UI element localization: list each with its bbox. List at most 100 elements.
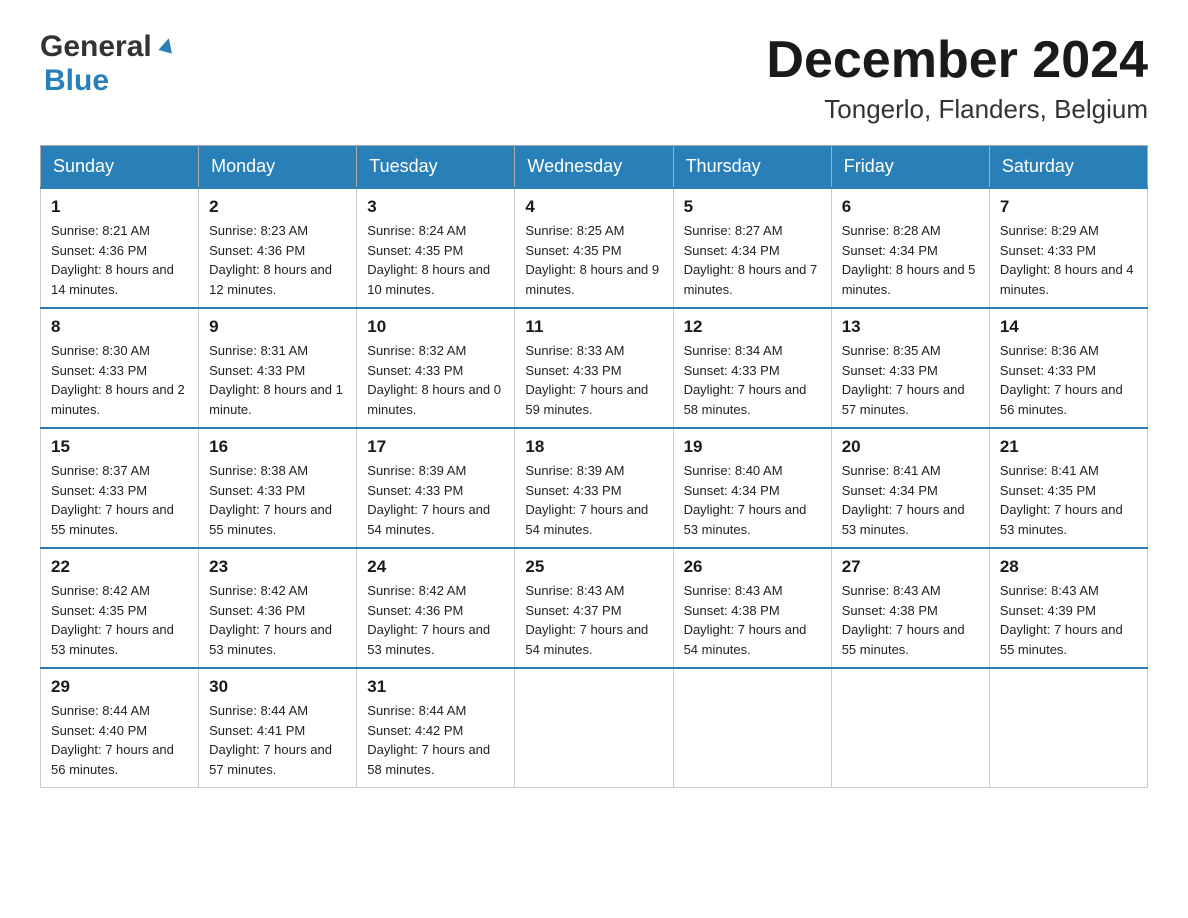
day-info: Sunrise: 8:43 AMSunset: 4:37 PMDaylight:… — [525, 583, 648, 657]
day-number: 11 — [525, 317, 662, 337]
table-row: 31 Sunrise: 8:44 AMSunset: 4:42 PMDaylig… — [357, 668, 515, 788]
day-number: 9 — [209, 317, 346, 337]
day-info: Sunrise: 8:27 AMSunset: 4:34 PMDaylight:… — [684, 223, 818, 297]
day-number: 19 — [684, 437, 821, 457]
calendar-week-row: 15 Sunrise: 8:37 AMSunset: 4:33 PMDaylig… — [41, 428, 1148, 548]
day-number: 10 — [367, 317, 504, 337]
day-info: Sunrise: 8:21 AMSunset: 4:36 PMDaylight:… — [51, 223, 174, 297]
day-number: 29 — [51, 677, 188, 697]
table-row: 14 Sunrise: 8:36 AMSunset: 4:33 PMDaylig… — [989, 308, 1147, 428]
day-number: 1 — [51, 197, 188, 217]
table-row: 11 Sunrise: 8:33 AMSunset: 4:33 PMDaylig… — [515, 308, 673, 428]
day-info: Sunrise: 8:43 AMSunset: 4:39 PMDaylight:… — [1000, 583, 1123, 657]
table-row: 4 Sunrise: 8:25 AMSunset: 4:35 PMDayligh… — [515, 188, 673, 308]
logo-general: General — [40, 30, 152, 64]
table-row: 29 Sunrise: 8:44 AMSunset: 4:40 PMDaylig… — [41, 668, 199, 788]
table-row: 2 Sunrise: 8:23 AMSunset: 4:36 PMDayligh… — [199, 188, 357, 308]
col-wednesday: Wednesday — [515, 146, 673, 189]
table-row: 19 Sunrise: 8:40 AMSunset: 4:34 PMDaylig… — [673, 428, 831, 548]
day-info: Sunrise: 8:30 AMSunset: 4:33 PMDaylight:… — [51, 343, 185, 417]
calendar-week-row: 22 Sunrise: 8:42 AMSunset: 4:35 PMDaylig… — [41, 548, 1148, 668]
page-subtitle: Tongerlo, Flanders, Belgium — [766, 94, 1148, 125]
day-info: Sunrise: 8:24 AMSunset: 4:35 PMDaylight:… — [367, 223, 490, 297]
logo-triangle-icon — [156, 34, 178, 61]
day-info: Sunrise: 8:42 AMSunset: 4:36 PMDaylight:… — [367, 583, 490, 657]
table-row: 7 Sunrise: 8:29 AMSunset: 4:33 PMDayligh… — [989, 188, 1147, 308]
col-tuesday: Tuesday — [357, 146, 515, 189]
day-info: Sunrise: 8:44 AMSunset: 4:41 PMDaylight:… — [209, 703, 332, 777]
calendar-week-row: 29 Sunrise: 8:44 AMSunset: 4:40 PMDaylig… — [41, 668, 1148, 788]
day-info: Sunrise: 8:42 AMSunset: 4:36 PMDaylight:… — [209, 583, 332, 657]
day-number: 4 — [525, 197, 662, 217]
table-row: 25 Sunrise: 8:43 AMSunset: 4:37 PMDaylig… — [515, 548, 673, 668]
day-number: 31 — [367, 677, 504, 697]
table-row: 1 Sunrise: 8:21 AMSunset: 4:36 PMDayligh… — [41, 188, 199, 308]
day-info: Sunrise: 8:43 AMSunset: 4:38 PMDaylight:… — [842, 583, 965, 657]
day-info: Sunrise: 8:29 AMSunset: 4:33 PMDaylight:… — [1000, 223, 1134, 297]
day-number: 20 — [842, 437, 979, 457]
calendar-table: Sunday Monday Tuesday Wednesday Thursday… — [40, 145, 1148, 788]
day-info: Sunrise: 8:35 AMSunset: 4:33 PMDaylight:… — [842, 343, 965, 417]
day-info: Sunrise: 8:34 AMSunset: 4:33 PMDaylight:… — [684, 343, 807, 417]
day-number: 5 — [684, 197, 821, 217]
table-row: 12 Sunrise: 8:34 AMSunset: 4:33 PMDaylig… — [673, 308, 831, 428]
day-number: 24 — [367, 557, 504, 577]
day-info: Sunrise: 8:36 AMSunset: 4:33 PMDaylight:… — [1000, 343, 1123, 417]
day-number: 27 — [842, 557, 979, 577]
table-row: 3 Sunrise: 8:24 AMSunset: 4:35 PMDayligh… — [357, 188, 515, 308]
table-row: 5 Sunrise: 8:27 AMSunset: 4:34 PMDayligh… — [673, 188, 831, 308]
day-info: Sunrise: 8:33 AMSunset: 4:33 PMDaylight:… — [525, 343, 648, 417]
day-number: 15 — [51, 437, 188, 457]
calendar-header-row: Sunday Monday Tuesday Wednesday Thursday… — [41, 146, 1148, 189]
day-number: 26 — [684, 557, 821, 577]
day-info: Sunrise: 8:32 AMSunset: 4:33 PMDaylight:… — [367, 343, 501, 417]
day-info: Sunrise: 8:38 AMSunset: 4:33 PMDaylight:… — [209, 463, 332, 537]
day-number: 18 — [525, 437, 662, 457]
table-row: 22 Sunrise: 8:42 AMSunset: 4:35 PMDaylig… — [41, 548, 199, 668]
table-row: 27 Sunrise: 8:43 AMSunset: 4:38 PMDaylig… — [831, 548, 989, 668]
day-info: Sunrise: 8:40 AMSunset: 4:34 PMDaylight:… — [684, 463, 807, 537]
calendar-week-row: 1 Sunrise: 8:21 AMSunset: 4:36 PMDayligh… — [41, 188, 1148, 308]
day-number: 16 — [209, 437, 346, 457]
day-number: 12 — [684, 317, 821, 337]
table-row — [989, 668, 1147, 788]
table-row: 6 Sunrise: 8:28 AMSunset: 4:34 PMDayligh… — [831, 188, 989, 308]
day-info: Sunrise: 8:39 AMSunset: 4:33 PMDaylight:… — [525, 463, 648, 537]
day-number: 2 — [209, 197, 346, 217]
day-info: Sunrise: 8:42 AMSunset: 4:35 PMDaylight:… — [51, 583, 174, 657]
table-row: 9 Sunrise: 8:31 AMSunset: 4:33 PMDayligh… — [199, 308, 357, 428]
table-row: 23 Sunrise: 8:42 AMSunset: 4:36 PMDaylig… — [199, 548, 357, 668]
day-number: 8 — [51, 317, 188, 337]
col-friday: Friday — [831, 146, 989, 189]
day-number: 22 — [51, 557, 188, 577]
table-row: 24 Sunrise: 8:42 AMSunset: 4:36 PMDaylig… — [357, 548, 515, 668]
day-number: 3 — [367, 197, 504, 217]
day-info: Sunrise: 8:44 AMSunset: 4:42 PMDaylight:… — [367, 703, 490, 777]
table-row — [831, 668, 989, 788]
col-thursday: Thursday — [673, 146, 831, 189]
day-info: Sunrise: 8:31 AMSunset: 4:33 PMDaylight:… — [209, 343, 343, 417]
day-number: 28 — [1000, 557, 1137, 577]
page-header: General Blue December 2024 Tongerlo, Fla… — [40, 30, 1148, 125]
col-saturday: Saturday — [989, 146, 1147, 189]
col-sunday: Sunday — [41, 146, 199, 189]
table-row: 17 Sunrise: 8:39 AMSunset: 4:33 PMDaylig… — [357, 428, 515, 548]
table-row: 18 Sunrise: 8:39 AMSunset: 4:33 PMDaylig… — [515, 428, 673, 548]
calendar-week-row: 8 Sunrise: 8:30 AMSunset: 4:33 PMDayligh… — [41, 308, 1148, 428]
day-number: 17 — [367, 437, 504, 457]
table-row: 8 Sunrise: 8:30 AMSunset: 4:33 PMDayligh… — [41, 308, 199, 428]
day-info: Sunrise: 8:41 AMSunset: 4:35 PMDaylight:… — [1000, 463, 1123, 537]
table-row: 28 Sunrise: 8:43 AMSunset: 4:39 PMDaylig… — [989, 548, 1147, 668]
table-row: 21 Sunrise: 8:41 AMSunset: 4:35 PMDaylig… — [989, 428, 1147, 548]
day-info: Sunrise: 8:41 AMSunset: 4:34 PMDaylight:… — [842, 463, 965, 537]
table-row — [515, 668, 673, 788]
table-row: 26 Sunrise: 8:43 AMSunset: 4:38 PMDaylig… — [673, 548, 831, 668]
day-number: 13 — [842, 317, 979, 337]
day-number: 6 — [842, 197, 979, 217]
day-number: 14 — [1000, 317, 1137, 337]
table-row: 15 Sunrise: 8:37 AMSunset: 4:33 PMDaylig… — [41, 428, 199, 548]
title-block: December 2024 Tongerlo, Flanders, Belgiu… — [766, 30, 1148, 125]
day-info: Sunrise: 8:25 AMSunset: 4:35 PMDaylight:… — [525, 223, 659, 297]
day-info: Sunrise: 8:37 AMSunset: 4:33 PMDaylight:… — [51, 463, 174, 537]
day-info: Sunrise: 8:23 AMSunset: 4:36 PMDaylight:… — [209, 223, 332, 297]
